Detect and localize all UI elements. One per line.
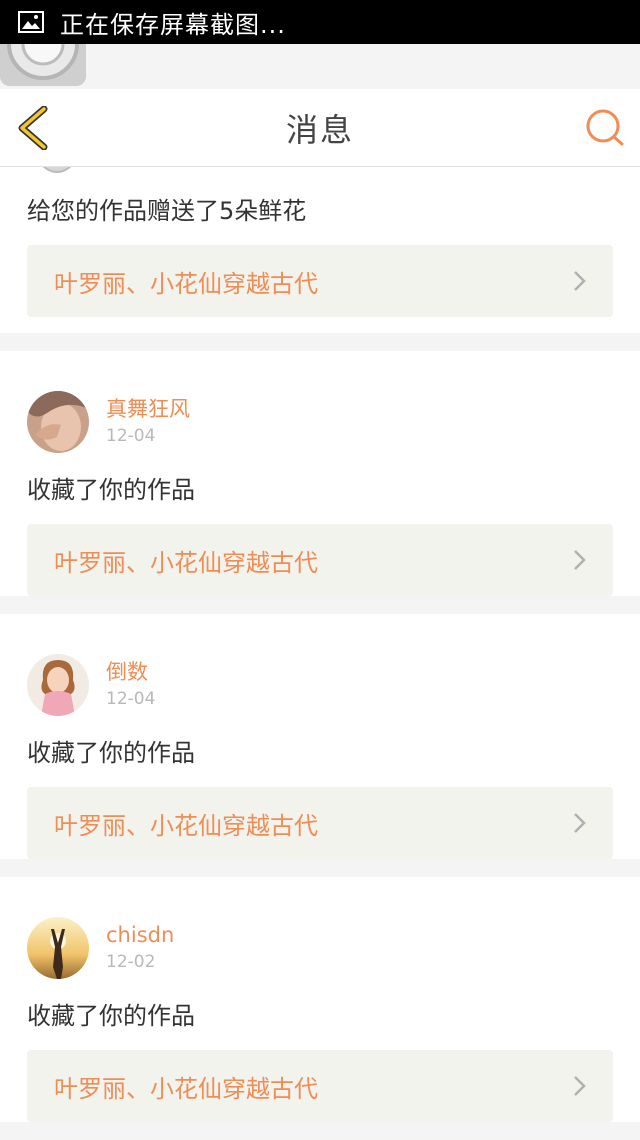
chevron-right-icon <box>574 1076 586 1096</box>
user-name[interactable]: chisdn <box>106 921 174 949</box>
message-card: 倒数 12-04 收藏了你的作品 叶罗丽、小花仙穿越古代 <box>0 614 640 859</box>
message-card: chisdn 12-02 收藏了你的作品 叶罗丽、小花仙穿越古代 <box>0 877 640 1122</box>
user-name[interactable]: 真舞狂风 <box>106 395 190 423</box>
message-action: 收藏了你的作品 <box>27 1002 195 1030</box>
chevron-right-icon <box>574 813 586 833</box>
chevron-right-icon <box>574 550 586 570</box>
user-name[interactable]: 倒数 <box>106 658 155 686</box>
message-action: 给您的作品赠送了5朵鲜花 <box>27 197 307 225</box>
floating-assistant-icon[interactable] <box>0 44 86 86</box>
work-title: 叶罗丽、小花仙穿越古代 <box>54 811 318 840</box>
message-date: 12-04 <box>106 688 156 709</box>
message-list: 给您的作品赠送了5朵鲜花 叶罗丽、小花仙穿越古代 真舞狂风 12-04 收藏了你… <box>0 167 640 1140</box>
avatar[interactable] <box>27 653 89 716</box>
message-date: 12-02 <box>106 951 156 972</box>
work-link[interactable]: 叶罗丽、小花仙穿越古代 <box>27 524 613 596</box>
work-link[interactable]: 叶罗丽、小花仙穿越古代 <box>27 787 613 859</box>
work-link[interactable]: 叶罗丽、小花仙穿越古代 <box>27 1050 613 1122</box>
message-action: 收藏了你的作品 <box>27 739 195 767</box>
chevron-right-icon <box>574 271 586 291</box>
message-card: 真舞狂风 12-04 收藏了你的作品 叶罗丽、小花仙穿越古代 <box>0 351 640 596</box>
work-title: 叶罗丽、小花仙穿越古代 <box>54 269 318 298</box>
page-title: 消息 <box>285 110 354 149</box>
top-strip <box>0 44 640 89</box>
back-arrow-icon[interactable] <box>14 106 54 150</box>
message-action: 收藏了你的作品 <box>27 476 195 504</box>
image-icon <box>18 11 44 33</box>
search-icon[interactable] <box>584 107 626 149</box>
work-title: 叶罗丽、小花仙穿越古代 <box>54 548 318 577</box>
avatar[interactable] <box>27 916 89 979</box>
title-bar: 消息 <box>0 89 640 167</box>
status-bar: 正在保存屏幕截图... <box>0 0 640 44</box>
avatar[interactable] <box>27 390 89 453</box>
work-title: 叶罗丽、小花仙穿越古代 <box>54 1074 318 1103</box>
status-text: 正在保存屏幕截图... <box>60 10 286 39</box>
message-date: 12-04 <box>106 425 156 446</box>
work-link[interactable]: 叶罗丽、小花仙穿越古代 <box>27 245 613 317</box>
message-card: 给您的作品赠送了5朵鲜花 叶罗丽、小花仙穿越古代 <box>0 167 640 333</box>
